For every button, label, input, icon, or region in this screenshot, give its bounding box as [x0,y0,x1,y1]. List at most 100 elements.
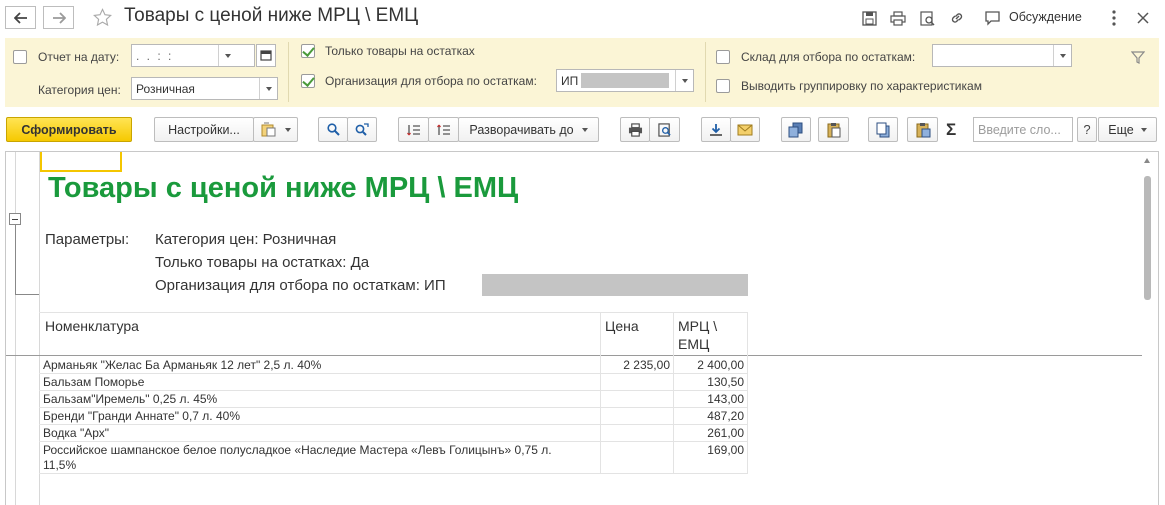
find-next-button[interactable] [347,117,377,142]
filter-icon [1131,50,1145,64]
preview-button[interactable] [918,9,936,27]
forward-button[interactable] [43,6,74,29]
scroll-up-arrow[interactable] [1144,158,1150,163]
more-label: Еще [1108,122,1134,137]
organization-dropdown[interactable] [675,70,693,91]
table-border [39,312,748,313]
more-button[interactable]: Еще [1098,117,1157,142]
print-preview-icon [657,122,671,137]
sum-icon[interactable]: Σ [946,120,956,140]
send-email-button[interactable] [730,117,760,142]
print-button[interactable] [889,9,907,27]
load-variant-button[interactable] [818,117,849,142]
params-divider [705,42,706,102]
group-bracket-end [15,294,39,295]
params-caption: Параметры: [45,231,130,248]
back-button[interactable] [5,6,36,29]
column-header-price: Цена [605,318,639,334]
discuss-button[interactable] [983,9,1001,27]
close-button[interactable] [1134,9,1152,27]
collapse-group-button[interactable] [9,213,21,225]
warehouse-select[interactable] [932,44,1072,67]
paste-icon [916,122,930,137]
param-line: Организация для отбора по остаткам: ИП [155,277,446,294]
print-report-button[interactable] [620,117,650,142]
favorite-button[interactable] [92,7,112,27]
export-button[interactable] [701,117,731,142]
report-date-dropdown[interactable] [218,45,236,66]
cell-mrc: 130,50 [707,375,744,389]
row-divider [39,407,748,408]
printer-icon [890,10,906,26]
collapse-groups-button[interactable] [398,117,429,142]
help-icon: ? [1083,122,1091,137]
organization-redacted [482,274,748,296]
cell-name-continued: 11,5% [43,458,77,472]
table-header-divider [6,355,1142,356]
column-divider [673,312,674,473]
find-button[interactable] [318,117,348,142]
warehouse-label: Склад для отбора по остаткам: [741,50,916,64]
variants-button[interactable] [253,117,298,142]
row-divider [39,390,748,391]
grouping-checkbox[interactable] [716,79,730,93]
row-divider [39,373,748,374]
expand-to-label: Разворачивать до [469,122,574,137]
organization-checkbox[interactable] [301,74,315,88]
price-category-select[interactable]: Розничная [131,77,278,100]
expand-groups-button[interactable] [428,117,459,142]
report-document[interactable]: Товары с ценой ниже МРЦ \ ЕМЦ Параметры:… [5,151,1159,505]
copy-save-icon [788,122,803,137]
save-button[interactable] [860,9,878,27]
help-button[interactable]: ? [1077,117,1097,142]
active-cell-marker [40,152,122,172]
paste-button[interactable] [907,117,938,142]
report-search-input[interactable]: Введите сло... [973,117,1073,142]
column-header-mrc: МРЦ \ [678,318,718,334]
cell-mrc: 2 400,00 [697,358,744,372]
cell-name: Водка "Арх" [43,426,109,440]
row-divider [39,424,748,425]
price-category-dropdown[interactable] [259,78,277,99]
warehouse-checkbox[interactable] [716,50,730,64]
report-date-field[interactable]: . . : : [131,44,255,67]
report-variant-icon [261,122,275,136]
kebab-menu-icon [1112,10,1116,26]
organization-value: ИП [561,74,579,88]
organization-redacted [581,73,669,88]
search-placeholder: Введите сло... [978,123,1061,137]
filter-button[interactable] [1129,48,1147,66]
price-category-label: Категория цен: [38,83,121,97]
expand-to-button[interactable]: Разворачивать до [458,117,599,142]
print-preview-button[interactable] [649,117,680,142]
discuss-label[interactable]: Обсуждение [1009,10,1082,24]
cell-name: Арманьяк "Желас Ба Арманьяк 12 лет" 2,5 … [43,358,322,372]
settings-button[interactable]: Настройки... [154,117,254,142]
scroll-thumb[interactable] [1144,176,1151,300]
more-actions-button[interactable] [1105,9,1123,27]
only-in-stock-label: Только товары на остатках [325,44,475,58]
calendar-button[interactable] [256,44,276,67]
row-divider [39,473,748,474]
arrow-right-icon [52,11,66,24]
report-date-checkbox[interactable] [13,50,27,64]
parameters-panel: Отчет на дату: . . : : Категория цен: Ро… [5,38,1159,107]
warehouse-dropdown[interactable] [1053,45,1071,66]
arrow-left-icon [13,11,27,24]
link-button[interactable] [948,9,966,27]
organization-select[interactable]: ИП [556,69,694,92]
copy-icon [876,122,890,137]
download-icon [710,123,722,136]
expand-icon [436,124,450,135]
cell-mrc: 487,20 [707,409,744,423]
only-in-stock-checkbox[interactable] [301,44,315,58]
window-title: Товары с ценой ниже МРЦ \ ЕМЦ [124,5,419,26]
generate-button[interactable]: Сформировать [6,117,132,142]
vertical-scrollbar[interactable] [1141,152,1153,505]
report-title: Товары с ценой ниже МРЦ \ ЕМЦ [48,172,519,204]
report-date-label: Отчет на дату: [38,50,120,64]
link-icon [951,13,963,23]
copy-button[interactable] [868,117,898,142]
report-date-value: . . : : [136,49,174,63]
save-variant-button[interactable] [781,117,811,142]
